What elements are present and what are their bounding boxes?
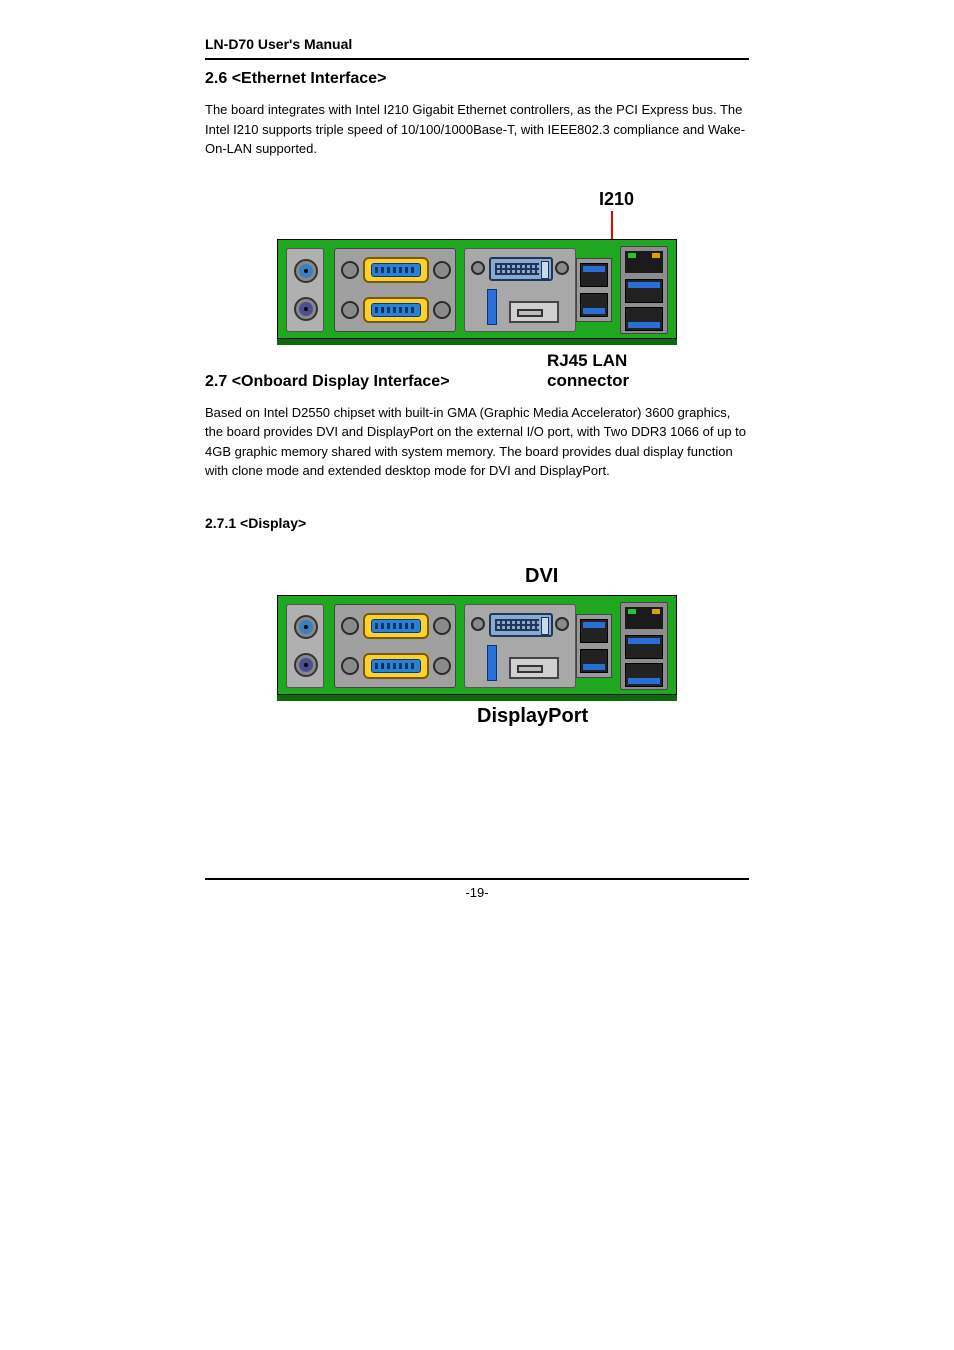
usb-tower xyxy=(576,614,612,678)
usb-vertical-icon xyxy=(487,289,497,325)
usb-port-icon xyxy=(580,649,608,673)
dvi-port-icon xyxy=(489,257,553,281)
displayport-icon xyxy=(509,301,559,323)
doc-title: LN-D70 User's Manual xyxy=(205,36,749,52)
usb-port-icon xyxy=(625,279,663,303)
callout-dvi-label: DVI xyxy=(525,565,558,588)
rule-bottom xyxy=(205,878,749,880)
audio-jack-stack xyxy=(286,248,324,332)
pcb-edge xyxy=(277,239,677,339)
figure-ethernet: I210 xyxy=(205,189,749,339)
vga-port-top-icon xyxy=(341,255,451,287)
figure-display: DVI xyxy=(205,561,749,695)
subsection-heading-2-7-1: 2.7.1 <Display> xyxy=(205,515,749,531)
dvi-port-icon xyxy=(489,613,553,637)
usb-port-icon xyxy=(625,663,663,687)
rj45-port-icon xyxy=(625,251,663,273)
io-panel-illustration-1: I210 xyxy=(277,239,677,339)
lan-led-amber-icon xyxy=(652,609,660,614)
line-out-jack-icon xyxy=(294,259,318,283)
usb-port-icon xyxy=(580,263,608,287)
lan-usb-stack xyxy=(620,246,668,334)
vga-port-bottom-icon xyxy=(341,295,451,327)
pcb-strip xyxy=(277,695,677,701)
mic-jack-icon xyxy=(294,297,318,321)
page-number: -19- xyxy=(0,885,954,900)
callout-rj45-label: RJ45 LAN connector xyxy=(547,351,677,391)
screw-icon xyxy=(555,617,569,631)
usb-port-icon xyxy=(625,635,663,659)
callout-i210-label: I210 xyxy=(599,189,634,210)
io-panel-illustration-2: DVI xyxy=(277,595,677,695)
dvi-dp-panel xyxy=(464,604,576,688)
pcb-edge xyxy=(277,595,677,695)
vga-stack xyxy=(334,248,456,332)
dvi-dp-panel xyxy=(464,248,576,332)
usb-port-icon xyxy=(580,293,608,317)
manual-page: LN-D70 User's Manual 2.6 <Ethernet Inter… xyxy=(0,0,954,1350)
section-2-6-paragraph: The board integrates with Intel I210 Gig… xyxy=(205,100,749,159)
vga-port-bottom-icon xyxy=(341,651,451,683)
rule-top xyxy=(205,58,749,60)
usb-port-icon xyxy=(625,307,663,331)
screw-icon xyxy=(471,261,485,275)
section-2-7-paragraph: Based on Intel D2550 chipset with built-… xyxy=(205,403,749,481)
displayport-icon xyxy=(509,657,559,679)
lan-led-amber-icon xyxy=(652,253,660,258)
lan-usb-stack xyxy=(620,602,668,690)
usb-port-icon xyxy=(580,619,608,643)
pcb-strip xyxy=(277,339,677,345)
lan-led-green-icon xyxy=(628,253,636,258)
usb-tower xyxy=(576,258,612,322)
vga-stack xyxy=(334,604,456,688)
audio-jack-stack xyxy=(286,604,324,688)
vga-port-top-icon xyxy=(341,611,451,643)
callout-displayport-label: DisplayPort xyxy=(477,705,588,728)
lan-led-green-icon xyxy=(628,609,636,614)
usb-vertical-icon xyxy=(487,645,497,681)
mic-jack-icon xyxy=(294,653,318,677)
screw-icon xyxy=(555,261,569,275)
rj45-port-icon xyxy=(625,607,663,629)
line-out-jack-icon xyxy=(294,615,318,639)
section-heading-2-6: 2.6 <Ethernet Interface> xyxy=(205,70,749,88)
screw-icon xyxy=(471,617,485,631)
